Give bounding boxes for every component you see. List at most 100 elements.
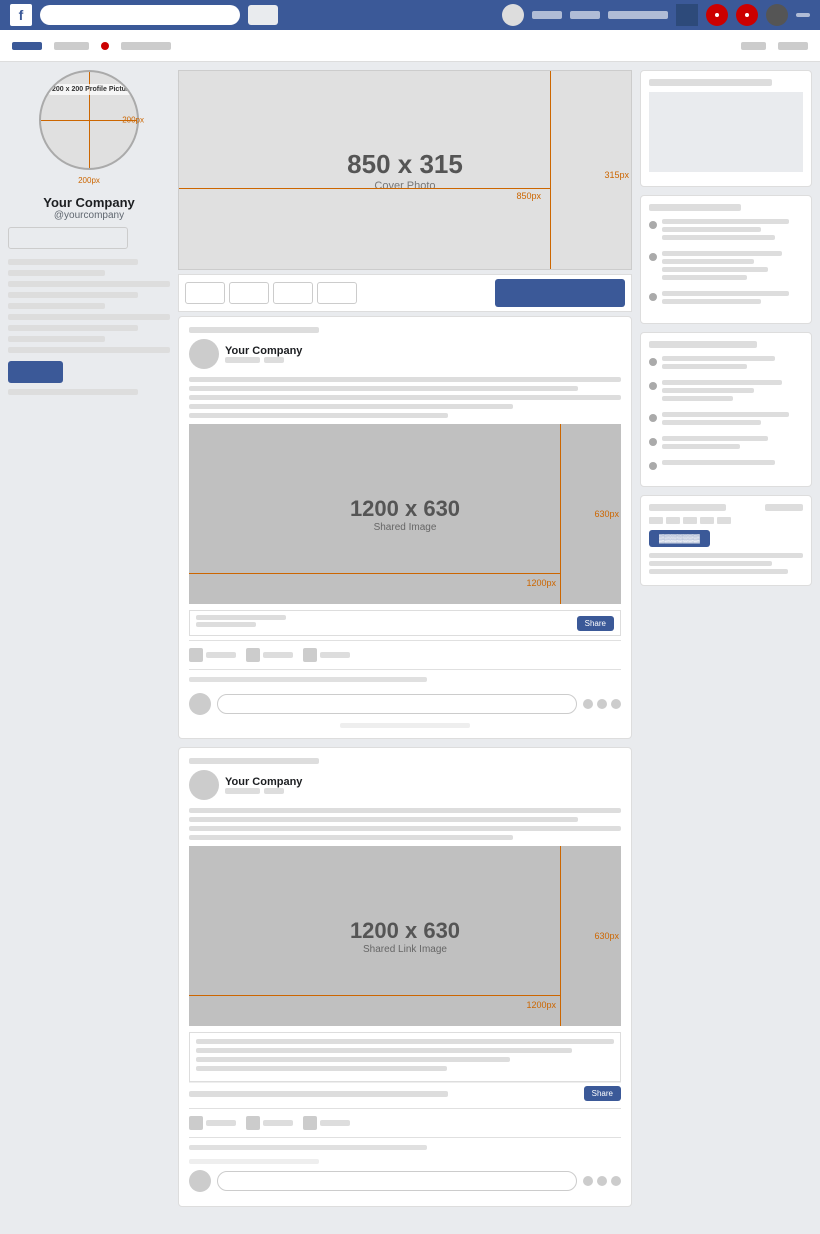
page-tab-2[interactable] bbox=[229, 282, 269, 304]
post2-share-row: Share bbox=[189, 1082, 621, 1104]
left-sidebar: 200 x 200 Profile Picture 200px 200px Yo… bbox=[8, 70, 178, 1215]
profile-section: 200 x 200 Profile Picture 200px 200px bbox=[8, 70, 170, 185]
page-tab-1[interactable] bbox=[185, 282, 225, 304]
sidebar-line-1 bbox=[8, 259, 138, 265]
post2-link-line-3 bbox=[196, 1057, 510, 1062]
post1-share-icon bbox=[303, 648, 317, 662]
post2-share-btn[interactable]: Share bbox=[584, 1086, 621, 1101]
nav-menu-icon[interactable] bbox=[796, 13, 810, 17]
right-list-item-3 bbox=[649, 291, 803, 307]
sidebar-line-5 bbox=[8, 303, 105, 309]
post1-date bbox=[225, 357, 260, 363]
right-card-sponsored-header bbox=[649, 79, 772, 86]
post1-like-action[interactable] bbox=[189, 648, 236, 662]
post1-meta bbox=[225, 357, 621, 363]
post2-comment-label-line bbox=[189, 1145, 427, 1150]
sidebar-btn[interactable] bbox=[8, 361, 63, 383]
cover-photo-area: 850 x 315 Cover Photo 315px 850px bbox=[178, 70, 632, 270]
subnav-item-home[interactable] bbox=[12, 42, 42, 50]
post2-comment-input[interactable] bbox=[217, 1171, 577, 1191]
post2-photo-icon bbox=[597, 1176, 607, 1186]
subnav-item-posts[interactable] bbox=[121, 42, 171, 50]
right3-star-4 bbox=[700, 517, 714, 524]
right2-line-1b bbox=[662, 364, 747, 369]
right-card-gray-area bbox=[649, 92, 803, 172]
right2-lines-2 bbox=[662, 380, 803, 404]
right3-line-3 bbox=[649, 569, 788, 574]
post1-width-dim: 1200px bbox=[526, 578, 556, 588]
post2-text bbox=[189, 808, 621, 840]
post1-orange-line-v bbox=[560, 424, 561, 604]
right-card-cta: ▓▓▓▓▓▓▓ bbox=[640, 495, 812, 586]
post2-comment-action[interactable] bbox=[246, 1116, 293, 1130]
post2-height-dim: 630px bbox=[594, 931, 619, 941]
sub-navbar bbox=[0, 30, 820, 62]
right3-rating bbox=[649, 517, 803, 524]
post1-share-btn[interactable]: Share bbox=[577, 616, 614, 631]
right2-line-3a bbox=[662, 412, 789, 417]
profile-height-dim: 200px bbox=[78, 176, 100, 185]
post2-image-size: 1200 x 630 bbox=[350, 918, 460, 944]
post2-header: Your Company bbox=[189, 770, 621, 800]
post1-comment-action[interactable] bbox=[246, 648, 293, 662]
nav-msg-icon[interactable] bbox=[736, 4, 758, 26]
post1-stats-line bbox=[189, 677, 427, 682]
post2-text-line-1 bbox=[189, 808, 621, 813]
subnav-item-more[interactable] bbox=[741, 42, 766, 50]
post1-separator-2 bbox=[189, 669, 621, 670]
subnav-item-about[interactable] bbox=[54, 42, 89, 50]
post1-share-action[interactable] bbox=[303, 648, 350, 662]
post2-share-action[interactable] bbox=[303, 1116, 350, 1130]
page-tab-4[interactable] bbox=[317, 282, 357, 304]
profile-size-label: 200 x 200 Profile Picture bbox=[49, 84, 136, 95]
post2-header-line bbox=[189, 758, 319, 764]
page-action-btn[interactable] bbox=[495, 279, 625, 307]
right-line-1a bbox=[662, 219, 789, 224]
post2-comment-text bbox=[263, 1120, 293, 1126]
post2-link-preview bbox=[189, 1032, 621, 1082]
post2-avatar bbox=[189, 770, 219, 800]
nav-search-input[interactable] bbox=[40, 5, 240, 25]
post1-text-line-4 bbox=[189, 404, 513, 409]
sidebar-line-8 bbox=[8, 336, 105, 342]
post1-header: Your Company bbox=[189, 339, 621, 369]
like-box[interactable] bbox=[8, 227, 128, 249]
post1-comment-input[interactable] bbox=[217, 694, 577, 714]
post1-text-line-3 bbox=[189, 395, 621, 400]
right2-dot-1 bbox=[649, 358, 657, 366]
post1-gif-icon bbox=[611, 699, 621, 709]
post2-separator-1 bbox=[189, 1108, 621, 1109]
nav-search-button[interactable] bbox=[248, 5, 278, 25]
nav-dark-icon[interactable] bbox=[676, 4, 698, 26]
post2-text-line-4 bbox=[189, 835, 513, 840]
post1-header-info: Your Company bbox=[225, 345, 621, 363]
cover-width-dim: 850px bbox=[516, 191, 541, 201]
right-card-suggestions-header bbox=[649, 204, 741, 211]
post1-text-line-5 bbox=[189, 413, 448, 418]
post1-orange-line-h bbox=[189, 573, 561, 574]
post2-like-action[interactable] bbox=[189, 1116, 236, 1130]
post1-stats bbox=[189, 674, 621, 689]
sidebar-line-3 bbox=[8, 281, 170, 287]
sidebar-menu bbox=[8, 259, 170, 395]
post1-text-line-1 bbox=[189, 377, 621, 382]
post1-share-text bbox=[320, 652, 350, 658]
right2-line-2c bbox=[662, 396, 733, 401]
right2-lines-4 bbox=[662, 436, 803, 452]
post2-orange-line-h bbox=[189, 995, 561, 996]
page-tab-3[interactable] bbox=[273, 282, 313, 304]
post2-comment-subline bbox=[189, 1159, 319, 1164]
post1-avatar bbox=[189, 339, 219, 369]
post2-share-icon bbox=[303, 1116, 317, 1130]
nav-settings-icon[interactable] bbox=[766, 4, 788, 26]
nav-alert-icon[interactable] bbox=[706, 4, 728, 26]
right3-cta-btn[interactable]: ▓▓▓▓▓▓▓ bbox=[649, 530, 710, 547]
post1-like-text bbox=[206, 652, 236, 658]
right3-line-2 bbox=[649, 561, 772, 566]
right-line-3b bbox=[662, 299, 761, 304]
subnav-item-settings[interactable] bbox=[778, 42, 808, 50]
nav-avatar-icon bbox=[502, 4, 524, 26]
post2-meta bbox=[225, 788, 621, 794]
right2-lines-1 bbox=[662, 356, 803, 372]
post2-link-line-2 bbox=[196, 1048, 572, 1053]
